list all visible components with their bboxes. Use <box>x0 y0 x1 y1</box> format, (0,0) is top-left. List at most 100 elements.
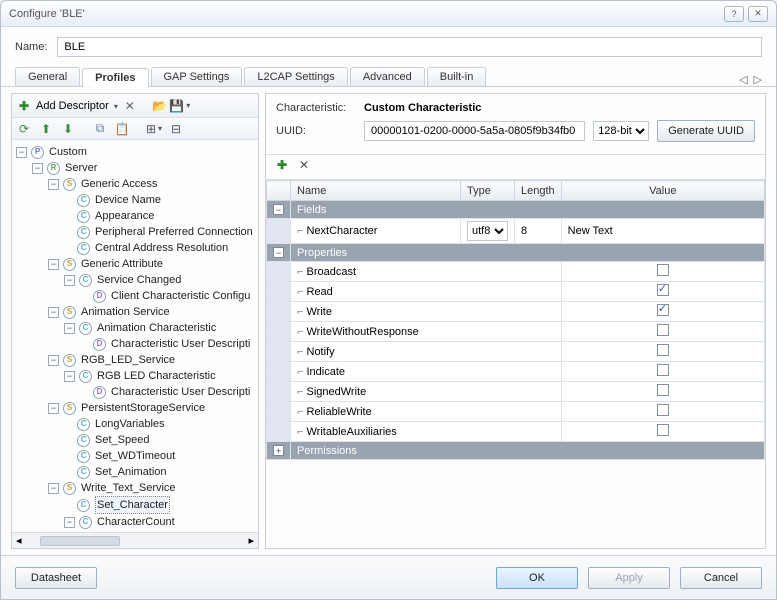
prop-checkbox[interactable] <box>657 264 669 276</box>
tree-node[interactable]: Set_Animation <box>95 464 167 480</box>
prop-checkbox[interactable] <box>657 384 669 396</box>
dialog-window: Configure 'BLE' ? ✕ Name: General Profil… <box>0 0 777 600</box>
tab-prev-icon[interactable]: ◁ <box>739 73 747 86</box>
tree-node[interactable]: CharacterCount <box>97 514 175 530</box>
prop-checkbox[interactable] <box>657 344 669 356</box>
close-icon[interactable]: ✕ <box>748 6 768 22</box>
down-icon[interactable]: ⬇ <box>60 121 76 137</box>
tree-node[interactable]: Device Name <box>95 192 161 208</box>
prop-label: Notify <box>307 346 335 358</box>
tree-node[interactable]: RGB LED Characteristic <box>97 368 216 384</box>
titlebar: Configure 'BLE' ? ✕ <box>1 1 776 27</box>
tree-node[interactable]: PersistentStorageService <box>81 400 205 416</box>
properties-grid: Name Type Length Value −Fields ⌐ NextCha… <box>266 180 765 460</box>
uuid-input[interactable] <box>364 121 585 141</box>
prop-checkbox[interactable] <box>657 424 669 436</box>
prop-label: WriteWithoutResponse <box>307 326 419 338</box>
refresh-icon[interactable]: ⟳ <box>16 121 32 137</box>
tree-node[interactable]: Set_WDTimeout <box>95 448 175 464</box>
tree-node[interactable]: LongVariables <box>95 416 165 432</box>
add-field-icon[interactable]: ✚ <box>274 157 290 173</box>
datasheet-button[interactable]: Datasheet <box>15 567 97 589</box>
tree-node[interactable]: Write_Text_Service <box>81 480 176 496</box>
add-descriptor-button[interactable]: Add Descriptor <box>36 100 118 112</box>
window-title: Configure 'BLE' <box>9 8 85 20</box>
prop-label: Indicate <box>307 366 346 378</box>
name-input[interactable] <box>57 37 762 57</box>
col-type: Type <box>461 181 515 201</box>
field-name[interactable]: ⌐ NextCharacter <box>291 219 461 244</box>
props-expander[interactable]: − <box>273 247 284 258</box>
characteristic-label: Characteristic: <box>276 102 356 114</box>
delete-icon[interactable]: ✕ <box>122 98 138 114</box>
prop-label: WritableAuxiliaries <box>307 426 397 438</box>
tree-node[interactable]: Set_Speed <box>95 432 149 448</box>
prop-label: Read <box>307 286 333 298</box>
name-row: Name: <box>1 27 776 65</box>
tab-next-icon[interactable]: ▷ <box>754 73 762 86</box>
ok-button[interactable]: OK <box>496 567 578 589</box>
tree-node[interactable]: Animation Characteristic <box>97 320 216 336</box>
tree-node[interactable]: Generic Attribute <box>81 256 163 272</box>
field-value[interactable]: New Text <box>561 219 764 244</box>
section-properties: Properties <box>291 244 765 262</box>
up-icon[interactable]: ⬆ <box>38 121 54 137</box>
prop-checkbox[interactable] <box>657 364 669 376</box>
tree-node[interactable]: Appearance <box>95 208 154 224</box>
save-icon[interactable]: 💾 <box>172 98 188 114</box>
section-fields: Fields <box>291 201 765 219</box>
paste-icon[interactable]: 📋 <box>114 121 130 137</box>
tree-node[interactable]: Characteristic User Descripti <box>111 384 250 400</box>
tree-expander[interactable]: − <box>16 147 27 158</box>
expand-icon[interactable]: ⊞ <box>146 121 162 137</box>
tab-l2cap[interactable]: L2CAP Settings <box>244 67 347 86</box>
open-icon[interactable]: 📂 <box>152 98 168 114</box>
tab-advanced[interactable]: Advanced <box>350 67 425 86</box>
tab-builtin[interactable]: Built-in <box>427 67 487 86</box>
cancel-button[interactable]: Cancel <box>680 567 762 589</box>
col-name: Name <box>291 181 461 201</box>
prop-checkbox[interactable] <box>657 304 669 316</box>
field-type[interactable]: utf8s <box>461 219 515 244</box>
generate-uuid-button[interactable]: Generate UUID <box>657 120 755 142</box>
prop-label: ReliableWrite <box>307 406 372 418</box>
tree-node[interactable]: Characteristic User Descripti <box>111 336 250 352</box>
apply-button[interactable]: Apply <box>588 567 670 589</box>
fields-expander[interactable]: − <box>273 204 284 215</box>
tree-node[interactable]: Central Address Resolution <box>95 240 228 256</box>
scroll-thumb[interactable] <box>40 536 120 546</box>
left-toolbar2: ⟳ ⬆ ⬇ ⧉ 📋 ⊞ ⊟ <box>12 118 258 140</box>
copy-icon[interactable]: ⧉ <box>92 121 108 137</box>
tree-node[interactable]: RGB_LED_Service <box>81 352 175 368</box>
left-panel: ✚ Add Descriptor ✕ 📂 💾 ⟳ ⬆ ⬇ ⧉ 📋 ⊞ ⊟ −PC… <box>11 93 259 549</box>
scroll-right-icon[interactable]: ▸ <box>248 534 254 547</box>
field-length[interactable]: 8 <box>515 219 562 244</box>
right-panel: Characteristic: Custom Characteristic UU… <box>265 93 766 549</box>
delete-field-icon[interactable]: ✕ <box>296 157 312 173</box>
tab-general[interactable]: General <box>15 67 80 86</box>
tree-node[interactable]: Client Characteristic Configu <box>111 288 250 304</box>
help-icon[interactable]: ? <box>724 6 744 22</box>
tree-node[interactable]: Animation Service <box>81 304 170 320</box>
add-icon: ✚ <box>16 98 32 114</box>
tree-hscroll[interactable]: ◂ ▸ <box>12 532 258 548</box>
tab-profiles[interactable]: Profiles <box>82 68 148 87</box>
tree-node[interactable]: Generic Access <box>81 176 157 192</box>
tree-node[interactable]: Custom <box>49 144 87 160</box>
tree-node[interactable]: Server <box>65 160 97 176</box>
tree-node[interactable]: Peripheral Preferred Connection <box>95 224 253 240</box>
prop-checkbox[interactable] <box>657 404 669 416</box>
collapse-icon[interactable]: ⊟ <box>168 121 184 137</box>
tab-gap[interactable]: GAP Settings <box>151 67 243 86</box>
tree-node-selected[interactable]: Set_Character <box>95 496 170 514</box>
col-value: Value <box>561 181 764 201</box>
uuid-label: UUID: <box>276 125 356 137</box>
tree-node[interactable]: Service Changed <box>97 272 181 288</box>
profile-tree[interactable]: −PCustom −RServer −SGeneric Access CDevi… <box>14 144 256 532</box>
scroll-left-icon[interactable]: ◂ <box>16 534 22 547</box>
prop-checkbox[interactable] <box>657 284 669 296</box>
uuid-size-select[interactable]: 128-bit <box>593 121 649 141</box>
prop-label: Write <box>307 306 332 318</box>
prop-checkbox[interactable] <box>657 324 669 336</box>
perms-expander[interactable]: + <box>273 445 284 456</box>
